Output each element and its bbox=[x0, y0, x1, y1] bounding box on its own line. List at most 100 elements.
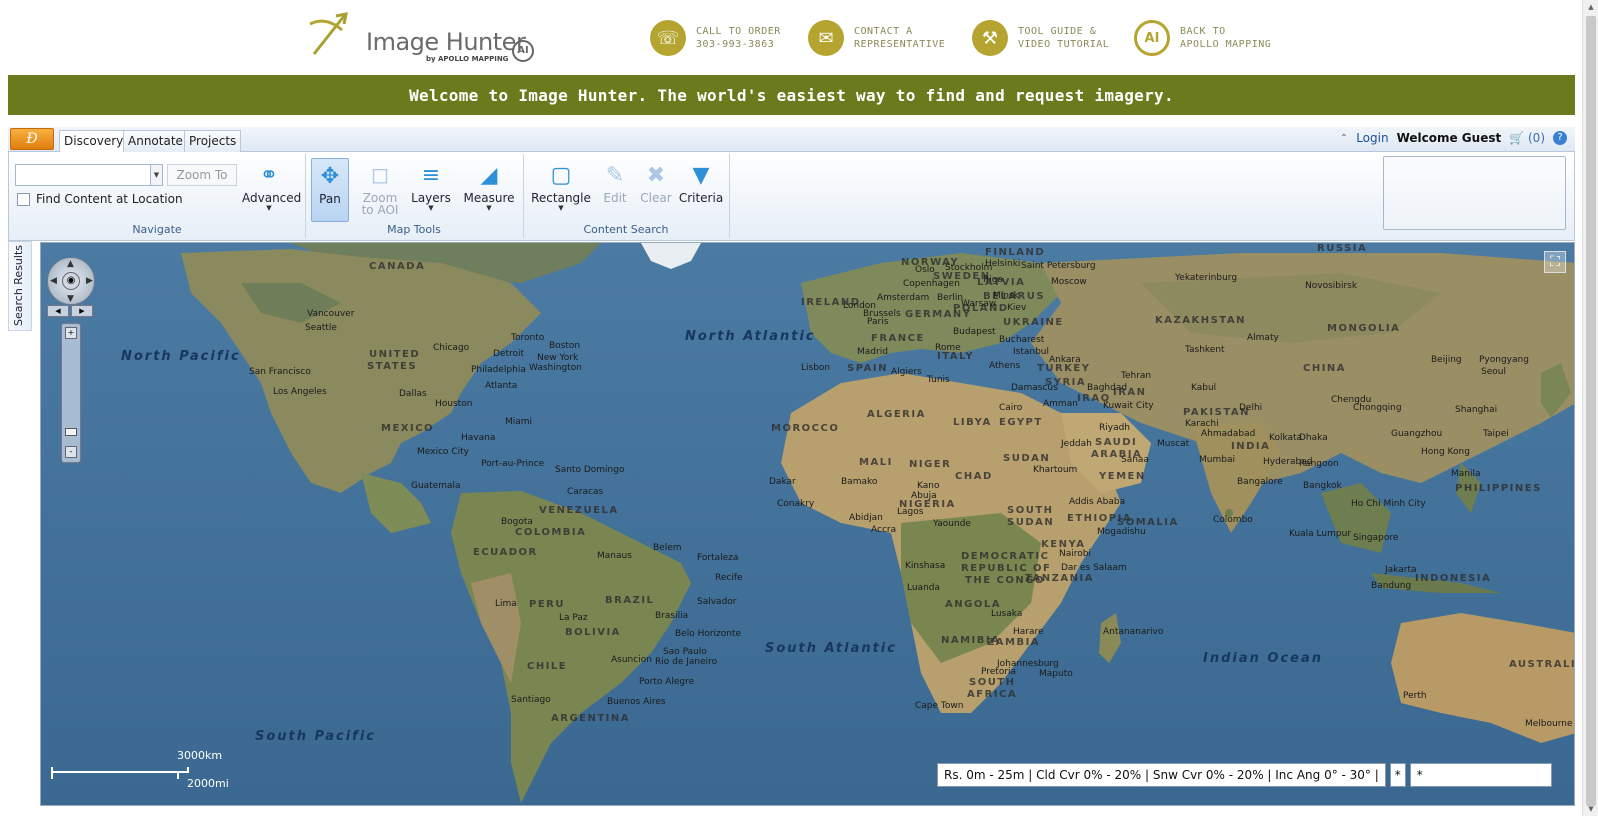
city-vancouver: Vancouver bbox=[307, 309, 355, 319]
label-saudi: SAUDI bbox=[1095, 437, 1138, 448]
banner-text: Welcome to Image Hunter. The world's eas… bbox=[409, 85, 1174, 105]
city-perth: Perth bbox=[1403, 691, 1427, 701]
label-united: UNITED bbox=[369, 349, 421, 360]
app-menu-button[interactable]: Ð bbox=[10, 128, 54, 150]
label-drc-1: DEMOCRATIC bbox=[961, 551, 1050, 562]
scrollbar-thumb[interactable] bbox=[1586, 16, 1596, 806]
city-kano: Kano bbox=[917, 481, 940, 491]
city-porto-alegre: Porto Alegre bbox=[639, 677, 695, 687]
chevron-down-icon[interactable]: ▼ bbox=[150, 165, 162, 185]
tool-guide-link[interactable]: ⚒ TOOL GUIDE & VIDEO TUTORIAL bbox=[972, 18, 1109, 58]
location-search-combo[interactable]: ▼ bbox=[15, 164, 163, 186]
zoom-to-aoi-button[interactable]: ◻ Zoom to AOI bbox=[357, 158, 403, 217]
contact-representative-link[interactable]: ✉ CONTACT A REPRESENTATIVE bbox=[808, 18, 945, 58]
rectangle-button[interactable]: ▢ Rectangle ▼ bbox=[531, 158, 591, 213]
scroll-up-icon[interactable]: ▲ bbox=[1583, 0, 1598, 14]
city-helsinki: Helsinki bbox=[985, 259, 1021, 269]
scroll-down-icon[interactable]: ▼ bbox=[1583, 802, 1598, 816]
collapse-ribbon-icon[interactable]: ⌃ bbox=[1340, 133, 1348, 144]
arrow-down-icon[interactable]: ▼ bbox=[67, 294, 74, 304]
zoom-to-button[interactable]: Zoom To bbox=[167, 164, 237, 186]
image-hunter-logo[interactable]: Image Hunter by APOLLO MAPPING AI bbox=[309, 8, 542, 68]
city-sanaa: Sanaa bbox=[1121, 455, 1149, 465]
city-oslo: Oslo bbox=[915, 265, 935, 275]
zoom-in-button[interactable]: + bbox=[65, 327, 77, 339]
city-muscat: Muscat bbox=[1157, 439, 1190, 449]
logo-badge: AI bbox=[512, 40, 534, 62]
city-accra: Accra bbox=[871, 525, 897, 535]
label-mongolia: MONGOLIA bbox=[1327, 323, 1401, 334]
rotate-left-button[interactable]: ◀ bbox=[47, 305, 69, 317]
login-link[interactable]: Login bbox=[1356, 131, 1388, 145]
criteria-button[interactable]: ▼ Criteria bbox=[677, 158, 725, 205]
search-results-label: Search Results bbox=[12, 244, 25, 326]
label-south-sudan-2: SUDAN bbox=[1007, 517, 1055, 528]
rectangle-label: Rectangle bbox=[531, 191, 591, 205]
city-bandung: Bandung bbox=[1371, 581, 1412, 591]
city-nairobi: Nairobi bbox=[1059, 549, 1091, 559]
city-seoul: Seoul bbox=[1481, 367, 1506, 377]
arrow-left-icon[interactable]: ◀ bbox=[50, 276, 57, 286]
link-line2: VIDEO TUTORIAL bbox=[1018, 39, 1110, 50]
city-atlanta: Atlanta bbox=[485, 381, 518, 391]
checkbox-box[interactable] bbox=[17, 192, 30, 206]
city-copenhagen: Copenhagen bbox=[903, 279, 960, 289]
globe-icon[interactable]: ◉ bbox=[62, 272, 80, 290]
advanced-button[interactable]: ⚭ Advanced ▼ bbox=[242, 158, 301, 213]
measure-button[interactable]: ◢ Measure ▼ bbox=[459, 158, 519, 213]
city-delhi: Delhi bbox=[1239, 403, 1263, 413]
city-tunis: Tunis bbox=[927, 375, 950, 385]
binoculars-icon: ⚭ bbox=[259, 162, 279, 188]
criteria-label: Criteria bbox=[678, 191, 724, 205]
tab-discovery[interactable]: Discovery bbox=[59, 130, 129, 153]
rotate-right-button[interactable]: ▶ bbox=[71, 305, 93, 317]
zoom-slider[interactable]: + - bbox=[61, 323, 81, 463]
tab-projects[interactable]: Projects bbox=[184, 130, 242, 152]
back-to-apollo-link[interactable]: AI BACK TO APOLLO MAPPING bbox=[1134, 18, 1271, 58]
arrow-up-icon[interactable]: ▲ bbox=[67, 259, 74, 269]
cart-button[interactable]: 🛒 (0) bbox=[1509, 131, 1545, 145]
label-libya: LIBYA bbox=[953, 417, 992, 428]
call-to-order-link[interactable]: ☏ CALL TO ORDER 303-993-3863 bbox=[650, 18, 781, 58]
clear-button[interactable]: ✖ Clear bbox=[635, 158, 677, 205]
layers-button[interactable]: ≡ Layers ▼ bbox=[407, 158, 455, 213]
chevron-down-icon: ▼ bbox=[428, 204, 434, 212]
filter-star-1[interactable]: * bbox=[1389, 763, 1406, 787]
label-morocco: MOROCCO bbox=[771, 423, 840, 434]
zoom-out-button[interactable]: - bbox=[65, 446, 77, 458]
pan-navigator[interactable]: ▲ ▼ ◀ ▶ ◉ bbox=[47, 257, 95, 305]
city-cairo: Cairo bbox=[999, 403, 1023, 413]
link-line1: BACK TO bbox=[1180, 26, 1226, 37]
label-bolivia: BOLIVIA bbox=[565, 627, 621, 638]
help-icon[interactable]: ? bbox=[1553, 131, 1567, 145]
city-baghdad: Baghdad bbox=[1087, 383, 1128, 393]
world-map[interactable]: North Pacific North Atlantic South Atlan… bbox=[40, 242, 1575, 806]
pan-button[interactable]: ✥ Pan bbox=[311, 158, 349, 222]
city-kabul: Kabul bbox=[1191, 383, 1217, 393]
label-states: STATES bbox=[367, 361, 418, 372]
city-miami: Miami bbox=[505, 417, 533, 427]
page-scrollbar[interactable]: ▲ ▼ bbox=[1582, 0, 1598, 816]
city-houston: Houston bbox=[435, 399, 473, 409]
content-search-group-label: Content Search bbox=[583, 223, 669, 236]
edit-button[interactable]: ✎ Edit bbox=[595, 158, 635, 205]
search-results-panel-toggle[interactable]: Search Results bbox=[8, 241, 32, 331]
city-philadelphia: Philadelphia bbox=[471, 365, 526, 375]
filter-star-2[interactable]: * bbox=[1409, 763, 1552, 787]
label-colombia: COLOMBIA bbox=[515, 527, 587, 538]
user-area: ⌃ Login Welcome Guest 🛒 (0) ? bbox=[1340, 131, 1567, 145]
city-havana: Havana bbox=[461, 433, 496, 443]
city-brussels: Brussels bbox=[863, 309, 901, 319]
city-mogadishu: Mogadishu bbox=[1097, 527, 1146, 537]
fullscreen-icon[interactable]: ⛶ bbox=[1544, 251, 1566, 273]
scale-km: 3000km bbox=[177, 749, 223, 762]
tab-annotate[interactable]: Annotate bbox=[123, 130, 188, 152]
arrow-right-icon[interactable]: ▶ bbox=[86, 276, 93, 286]
zoom-slider-thumb[interactable] bbox=[65, 428, 77, 436]
layers-label: Layers bbox=[411, 191, 451, 205]
find-content-checkbox[interactable]: Find Content at Location bbox=[17, 192, 183, 206]
label-argentina: ARGENTINA bbox=[551, 713, 630, 724]
filter-summary[interactable]: Rs. 0m - 25m | Cld Cvr 0% - 20% | Snw Cv… bbox=[937, 763, 1386, 787]
label-algeria: ALGERIA bbox=[867, 409, 926, 420]
city-bogota: Bogota bbox=[501, 517, 533, 527]
